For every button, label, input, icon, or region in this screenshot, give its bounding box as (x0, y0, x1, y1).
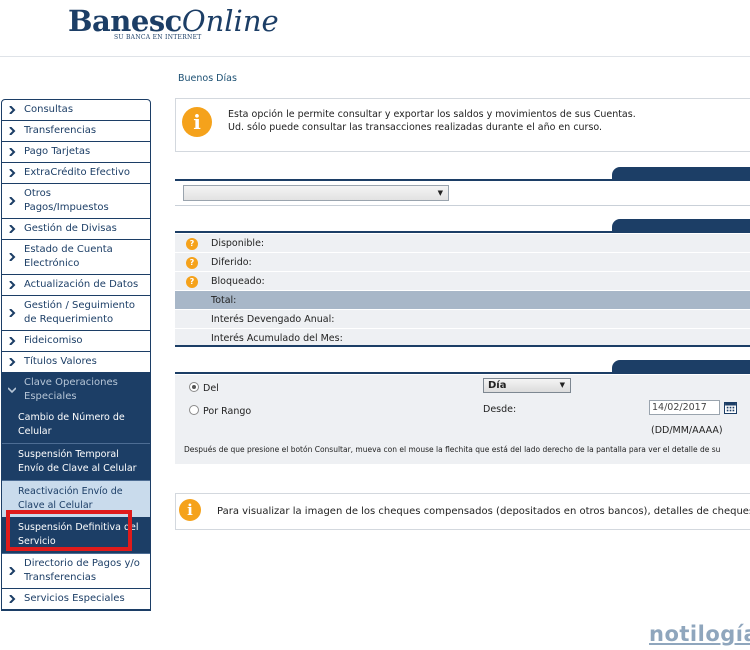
info-line-2: Ud. sólo puede consultar las transaccion… (228, 122, 603, 133)
dropdown-arrow-icon: ▼ (437, 189, 443, 197)
greeting-text: Buenos Días (178, 73, 237, 84)
chevron-right-icon (9, 127, 16, 135)
period-select-value: Día (488, 380, 507, 391)
scroll-note: Después de que presione el botón Consult… (184, 445, 721, 454)
sidebar-item-gestion-divisas[interactable]: Gestión de Divisas (2, 219, 150, 240)
sidebar-item-label: Actualización de Datos (24, 279, 139, 290)
radio-del[interactable] (189, 382, 199, 392)
red-highlight-box (6, 510, 132, 551)
help-icon[interactable]: ? (186, 238, 198, 250)
balance-label: Interés Devengado Anual: (211, 314, 335, 325)
info-icon: i (182, 107, 212, 137)
chevron-right-icon (9, 225, 16, 233)
period-panel: Del Por Rango Día ▼ Desde: 14/02/2017 (D… (175, 375, 750, 464)
sidebar-item-label: Estado de Cuenta Electrónico (24, 244, 113, 269)
watermark-logo: notilogía (649, 622, 750, 646)
balance-section-tab (612, 219, 750, 231)
balance-label: Diferido: (211, 257, 252, 268)
chevron-right-icon (9, 358, 16, 366)
balance-label: Total: (211, 295, 237, 306)
sidebar-item-estado-cuenta[interactable]: Estado de Cuenta Electrónico (2, 240, 150, 275)
table-row-total: Total: (175, 291, 750, 310)
chevron-right-icon (9, 169, 16, 177)
info-line-1: Esta opción le permite consultar y expor… (228, 109, 636, 120)
balance-label: Disponible: (211, 238, 265, 249)
sidebar-item-actualizacion-datos[interactable]: Actualización de Datos (2, 275, 150, 296)
banesco-online-logo[interactable]: BanescOnline (68, 4, 279, 38)
page-header: BanescOnline SU BANCA EN INTERNET (0, 0, 750, 57)
logo-online-text: Online (181, 4, 279, 38)
info-text: Esta opción le permite consultar y expor… (228, 108, 636, 134)
section-divider (175, 345, 750, 347)
sidebar-item-transferencias[interactable]: Transferencias (2, 121, 150, 142)
table-row: ? Disponible: (175, 234, 750, 253)
chevron-right-icon (9, 148, 16, 156)
chevron-right-icon (9, 106, 16, 114)
radio-por-rango-label: Por Rango (203, 406, 252, 417)
balance-label: Interés Acumulado del Mes: (211, 333, 343, 344)
help-icon[interactable]: ? (186, 257, 198, 269)
chevron-right-icon (9, 309, 16, 317)
sidebar-item-label: Pago Tarjetas (24, 146, 91, 157)
balance-label: Bloqueado: (211, 276, 265, 287)
sidebar-item-label: Consultas (24, 104, 74, 115)
section-divider (175, 372, 750, 374)
sidebar-item-extracredito[interactable]: ExtraCrédito Efectivo (2, 163, 150, 184)
help-icon[interactable]: ? (186, 276, 198, 288)
info-panel: i Esta opción le permite consultar y exp… (175, 98, 750, 152)
desde-date-input[interactable]: 14/02/2017 (649, 400, 720, 415)
sidebar-item-label: ExtraCrédito Efectivo (24, 167, 130, 178)
dropdown-arrow-icon: ▼ (559, 381, 565, 389)
logo-main-text: Banesc (68, 4, 182, 38)
radio-del-label: Del (203, 383, 219, 394)
sidebar-item-gestion-seguimiento[interactable]: Gestión / Seguimiento de Requerimiento (2, 296, 150, 331)
date-format-hint: (DD/MM/AAAA) (651, 425, 723, 436)
desde-label: Desde: (483, 404, 517, 415)
sidebar-item-label: Gestión de Divisas (24, 223, 117, 234)
period-select[interactable]: Día ▼ (483, 378, 571, 393)
sidebar-item-label: Títulos Valores (24, 356, 97, 367)
table-row: ? Bloqueado: (175, 272, 750, 291)
sidebar-item-fideicomiso[interactable]: Fideicomiso (2, 331, 150, 352)
chevron-right-icon (9, 253, 16, 261)
section-divider (175, 231, 750, 233)
sidebar-item-label: Directorio de Pagos y/o Transferencias (24, 558, 140, 583)
sidebar-item-servicios-especiales[interactable]: Servicios Especiales (2, 589, 150, 610)
balance-table: ? Disponible: ? Diferido: ? Bloqueado: Tota… (175, 234, 750, 348)
section-divider (175, 179, 750, 181)
info-icon: i (179, 499, 201, 521)
chevron-right-icon (9, 281, 16, 289)
section-divider (175, 205, 750, 206)
sidebar-item-label: Fideicomiso (24, 335, 83, 346)
sidebar-item-consultas[interactable]: Consultas (2, 100, 150, 121)
chevron-right-icon (9, 197, 16, 205)
sidebar-item-titulos-valores[interactable]: Títulos Valores (2, 352, 150, 373)
chevron-right-icon (9, 337, 16, 345)
account-section-tab (612, 167, 750, 179)
table-row: Interés Devengado Anual: (175, 310, 750, 329)
cheques-info-text: Para visualizar la imagen de los cheques… (217, 506, 750, 517)
sidebar-item-pago-tarjetas[interactable]: Pago Tarjetas (2, 142, 150, 163)
logo-tagline: SU BANCA EN INTERNET (114, 34, 202, 41)
radio-por-rango[interactable] (189, 405, 199, 415)
period-section-tab (612, 360, 750, 372)
sidebar-item-otros-pagos[interactable]: Otros Pagos/Impuestos (2, 184, 150, 219)
sidebar-item-label: Servicios Especiales (24, 593, 125, 604)
chevron-down-icon (8, 387, 16, 394)
sidebar-item-label: Clave Operaciones Especiales (24, 377, 118, 402)
sidebar-item-clave-operaciones[interactable]: Clave Operaciones Especiales (2, 373, 150, 407)
cheques-info-panel: i Para visualizar la imagen de los chequ… (175, 493, 750, 530)
sidebar-item-label: Otros Pagos/Impuestos (24, 188, 109, 213)
chevron-right-icon (9, 567, 16, 575)
sidebar-item-label: Transferencias (24, 125, 97, 136)
calendar-icon[interactable] (724, 402, 737, 414)
sidebar-subitem-suspension-temporal[interactable]: Suspensión Temporal Envío de Clave al Ce… (2, 444, 150, 481)
account-select[interactable]: ▼ (183, 185, 449, 201)
sidebar-item-label: Gestión / Seguimiento de Requerimiento (24, 300, 136, 325)
table-row: ? Diferido: (175, 253, 750, 272)
sidebar-subitem-cambio-numero[interactable]: Cambio de Número de Celular (2, 407, 150, 444)
sidebar-item-directorio-pagos[interactable]: Directorio de Pagos y/o Transferencias (2, 554, 150, 589)
chevron-right-icon (9, 595, 16, 603)
